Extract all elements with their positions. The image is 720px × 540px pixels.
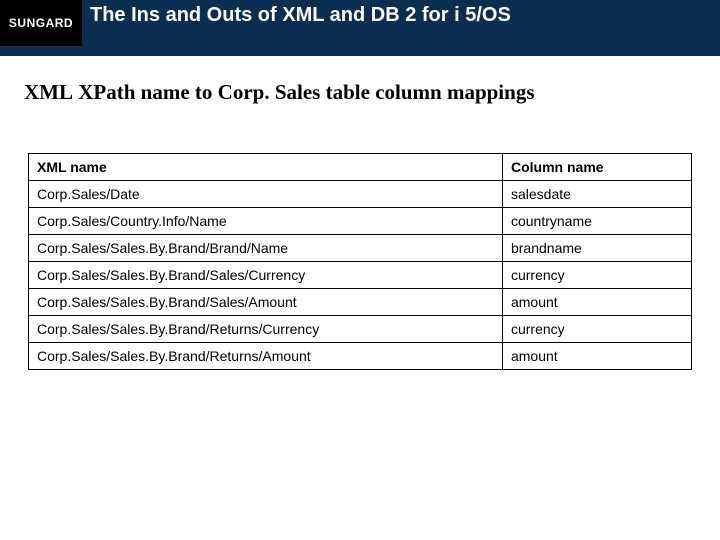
cell-column-name: currency bbox=[502, 262, 691, 289]
cell-column-name: countryname bbox=[502, 208, 691, 235]
cell-xml-name: Corp.Sales/Sales.By.Brand/Sales/Currency bbox=[29, 262, 503, 289]
section-title-word: column bbox=[370, 80, 442, 105]
sungard-logo: SUNGARD bbox=[0, 0, 82, 46]
table-row: Corp.Sales/Sales.By.Brand/Sales/Currency… bbox=[29, 262, 692, 289]
table-row: Corp.Sales/Sales.By.Brand/Returns/Curren… bbox=[29, 316, 692, 343]
slide-header: SUNGARD The Ins and Outs of XML and DB 2… bbox=[0, 0, 720, 56]
section-title-word: XML bbox=[24, 80, 73, 105]
cell-xml-name: Corp.Sales/Country.Info/Name bbox=[29, 208, 503, 235]
section-title-word: table bbox=[320, 80, 370, 105]
cell-xml-name: Corp.Sales/Sales.By.Brand/Returns/Curren… bbox=[29, 316, 503, 343]
section-title-word: XPath bbox=[73, 80, 135, 105]
mapping-table: XML name Column name Corp.Sales/Date sal… bbox=[28, 153, 692, 370]
cell-xml-name: Corp.Sales/Sales.By.Brand/Sales/Amount bbox=[29, 289, 503, 316]
table-row: Corp.Sales/Sales.By.Brand/Sales/Amount a… bbox=[29, 289, 692, 316]
cell-xml-name: Corp.Sales/Sales.By.Brand/Brand/Name bbox=[29, 235, 503, 262]
table-row: Corp.Sales/Sales.By.Brand/Brand/Name bra… bbox=[29, 235, 692, 262]
slide-title: The Ins and Outs of XML and DB 2 for i 5… bbox=[90, 4, 511, 27]
slide-content: XML XPath name to Corp. Sales table colu… bbox=[0, 56, 720, 370]
cell-column-name: amount bbox=[502, 343, 691, 370]
table-header-row: XML name Column name bbox=[29, 154, 692, 181]
section-title: XML XPath name to Corp. Sales table colu… bbox=[24, 80, 696, 105]
table-row: Corp.Sales/Country.Info/Name countryname bbox=[29, 208, 692, 235]
section-title-word: mappings bbox=[442, 80, 535, 105]
section-title-word: Corp. bbox=[212, 80, 269, 105]
section-title-word: name bbox=[135, 80, 189, 105]
section-title-word: Sales bbox=[270, 80, 321, 105]
cell-column-name: amount bbox=[502, 289, 691, 316]
header-xml-name: XML name bbox=[29, 154, 503, 181]
cell-column-name: currency bbox=[502, 316, 691, 343]
table-row: Corp.Sales/Sales.By.Brand/Returns/Amount… bbox=[29, 343, 692, 370]
cell-column-name: brandname bbox=[502, 235, 691, 262]
cell-column-name: salesdate bbox=[502, 181, 691, 208]
cell-xml-name: Corp.Sales/Sales.By.Brand/Returns/Amount bbox=[29, 343, 503, 370]
header-column-name: Column name bbox=[502, 154, 691, 181]
logo-text: SUNGARD bbox=[9, 16, 73, 30]
section-title-word: to bbox=[190, 80, 213, 105]
table-row: Corp.Sales/Date salesdate bbox=[29, 181, 692, 208]
cell-xml-name: Corp.Sales/Date bbox=[29, 181, 503, 208]
